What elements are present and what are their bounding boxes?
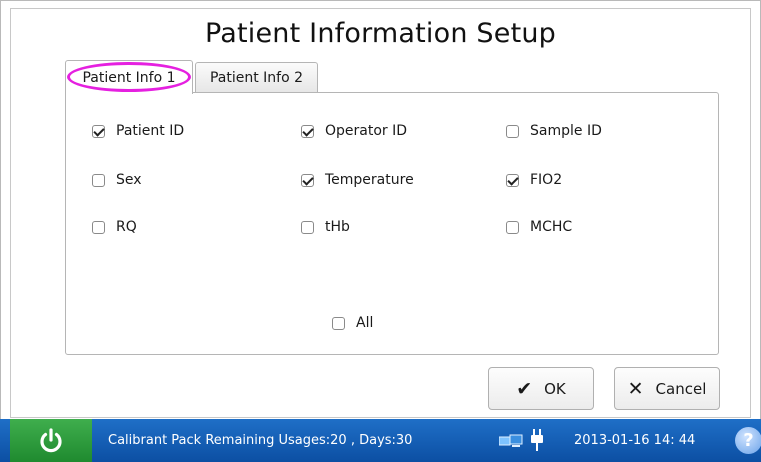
checkbox-rq[interactable]: RQ (92, 219, 137, 235)
checkbox-box[interactable] (92, 124, 105, 138)
tab-patient-info-1[interactable]: Patient Info 1 (65, 60, 193, 94)
calibrant-status-text: Calibrant Pack Remaining Usages:20 , Day… (108, 433, 413, 448)
checkbox-all[interactable]: All (332, 315, 373, 331)
checkbox-label: tHb (325, 219, 350, 235)
checkbox-box[interactable] (92, 220, 105, 234)
checkbox-temperature[interactable]: Temperature (301, 172, 414, 188)
checkbox-box[interactable] (506, 173, 519, 187)
options-panel: Patient ID Operator ID Sample ID Sex Tem… (65, 92, 719, 355)
help-button[interactable]: ? (735, 427, 761, 454)
checkbox-label: Temperature (325, 172, 414, 188)
help-icon: ? (743, 430, 754, 451)
checkbox-fio2[interactable]: FIO2 (506, 172, 562, 188)
checkbox-label: Patient ID (116, 123, 185, 139)
power-button[interactable] (10, 419, 92, 462)
checkbox-box[interactable] (332, 316, 345, 330)
checkbox-patient-id[interactable]: Patient ID (92, 123, 184, 139)
checkbox-box[interactable] (301, 124, 314, 138)
checkbox-mchc[interactable]: MCHC (506, 219, 572, 235)
checkbox-label: Sex (116, 172, 142, 188)
checkbox-sample-id[interactable]: Sample ID (506, 123, 602, 139)
check-icon: ✔ (516, 377, 533, 400)
power-icon (40, 427, 62, 452)
checkbox-box[interactable] (301, 173, 314, 187)
cancel-label: Cancel (655, 379, 707, 398)
cancel-button[interactable]: ✕ Cancel (614, 367, 720, 410)
network-icon (499, 434, 523, 447)
checkbox-box[interactable] (301, 220, 314, 234)
plug-icon (531, 429, 543, 451)
checkbox-sex[interactable]: Sex (92, 172, 142, 188)
checkbox-label: Sample ID (530, 123, 602, 139)
checkbox-operator-id[interactable]: Operator ID (301, 123, 407, 139)
checkbox-label: MCHC (530, 219, 573, 235)
status-bar: Calibrant Pack Remaining Usages:20 , Day… (0, 419, 761, 462)
checkbox-label: Operator ID (325, 123, 408, 139)
page-title: Patient Information Setup (204, 18, 557, 49)
tab-label: Patient Info 2 (209, 70, 304, 86)
checkbox-box[interactable] (506, 124, 519, 138)
x-icon: ✕ (627, 377, 644, 400)
tab-patient-info-2[interactable]: Patient Info 2 (195, 62, 318, 93)
checkbox-label: RQ (116, 219, 137, 235)
ok-label: OK (544, 379, 566, 398)
datetime-display: 2013-01-16 14: 44 (574, 433, 696, 448)
checkbox-label: All (356, 315, 374, 331)
checkbox-box[interactable] (506, 220, 519, 234)
checkbox-box[interactable] (92, 173, 105, 187)
checkbox-thb[interactable]: tHb (301, 219, 350, 235)
ok-button[interactable]: ✔ OK (488, 367, 594, 410)
tab-label: Patient Info 1 (82, 69, 176, 86)
checkbox-label: FIO2 (530, 172, 563, 188)
